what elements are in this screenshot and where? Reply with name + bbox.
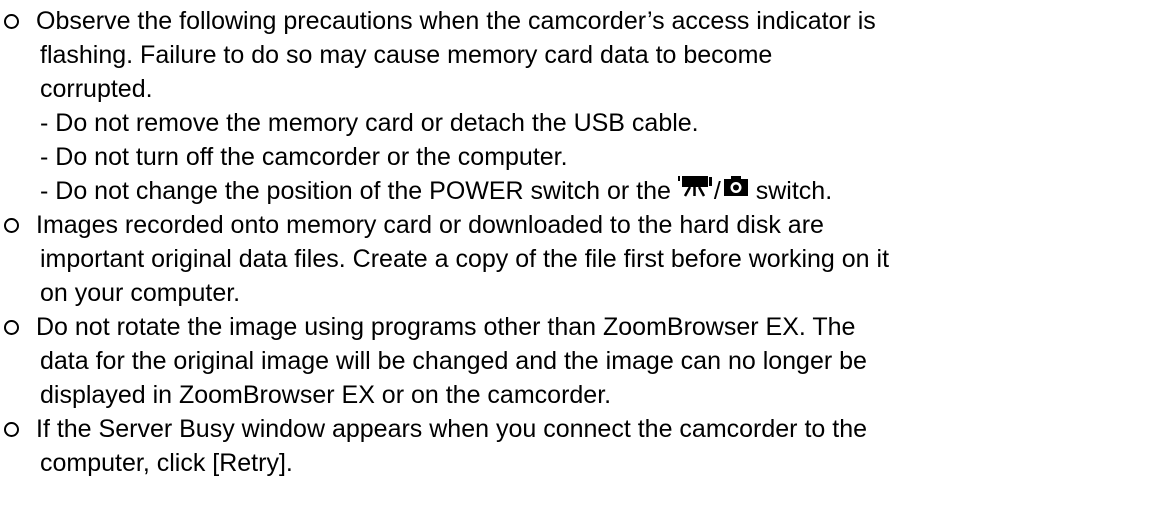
note-item-3-line-1: Do not rotate the image using programs o… (4, 311, 855, 343)
note-item-2-line-3: on your computer. (40, 279, 241, 307)
note-item-1-line-1: Observe the following precautions when t… (4, 5, 876, 37)
hollow-circle-bullet-icon (4, 13, 19, 29)
note-item-2-line-1: Images recorded onto memory card or down… (4, 209, 824, 241)
note-item-3-line-3: displayed in ZoomBrowser EX or on the ca… (40, 381, 612, 409)
note-item-4-line-1: If the Server Busy window appears when y… (4, 413, 867, 445)
note-item-4-line-2: computer, click [Retry]. (40, 449, 293, 477)
precautions-notes: Observe the following precautions when t… (0, 0, 1176, 532)
note-item-3-line-2: data for the original image will be chan… (40, 347, 867, 375)
hollow-circle-bullet-icon (4, 319, 19, 335)
still-camera-icon (723, 173, 749, 205)
hollow-circle-bullet-icon (4, 421, 19, 437)
hollow-circle-bullet-icon (4, 217, 19, 233)
sub-item-2: - Do not turn off the camcorder or the c… (40, 143, 568, 171)
sub-item-1: - Do not remove the memory card or detac… (40, 109, 699, 137)
movie-camera-icon (677, 173, 712, 205)
sub-item-3: - Do not change the position of the POWE… (40, 175, 832, 207)
note-item-1-line-3: corrupted. (40, 75, 153, 103)
note-item-1-line-2: flashing. Failure to do so may cause mem… (40, 41, 773, 69)
note-item-2-line-2: important original data files. Create a … (40, 245, 890, 273)
